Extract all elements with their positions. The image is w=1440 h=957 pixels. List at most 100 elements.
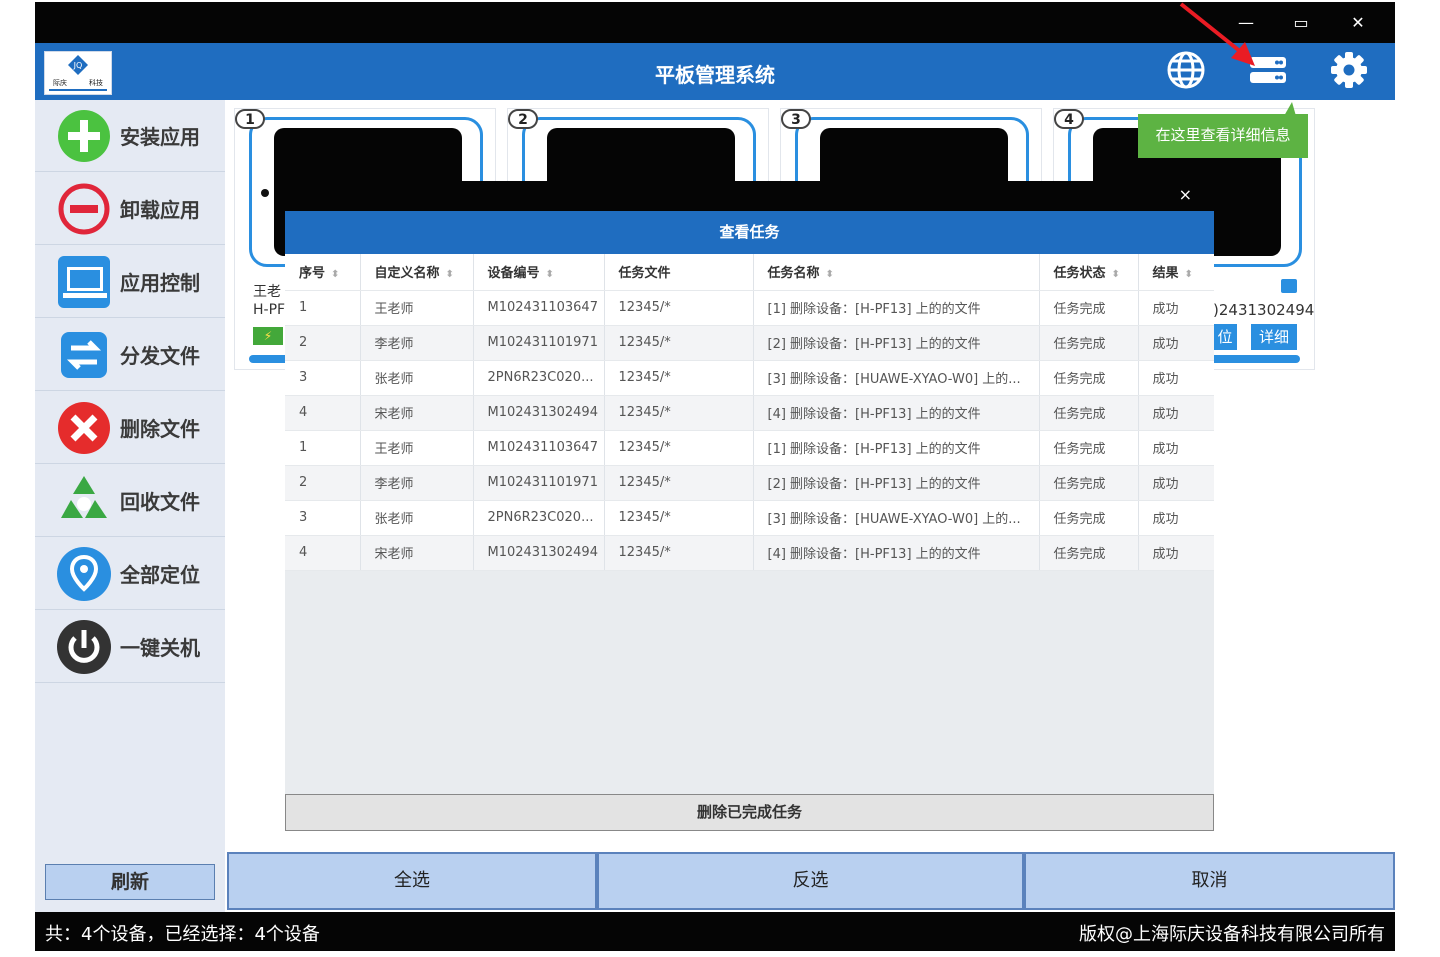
detail-button[interactable]: 详细 — [1251, 324, 1297, 350]
cell-custom-name: 李老师 — [360, 465, 474, 501]
cell-custom-name: 宋老师 — [360, 395, 474, 431]
sidebar-item-distribute-file[interactable]: 分发文件 — [35, 319, 225, 391]
cell-task-status: 任务完成 — [1039, 500, 1139, 536]
device-serial: )2431302494 — [1213, 301, 1315, 319]
modal-titlebar: × — [285, 181, 1214, 211]
device-number: 4 — [1054, 109, 1084, 129]
cell-task-status: 任务完成 — [1039, 395, 1139, 431]
cell-result: 成功 — [1138, 360, 1214, 396]
cell-index: 1 — [285, 290, 361, 326]
copyright-text: 版权@上海际庆设备科技有限公司所有 — [1079, 924, 1385, 945]
red-pointer-arrow-icon — [1179, 2, 1255, 66]
table-row[interactable]: 1 王老师 M102431103647 12345/* [1] 删除设备：[H-PF13… — [285, 290, 1214, 326]
sidebar-item-label: 一键关机 — [120, 636, 200, 660]
sidebar-item-recycle-file[interactable]: 回收文件 — [35, 465, 225, 537]
cell-task-status: 任务完成 — [1039, 430, 1139, 466]
table-row[interactable]: 4 宋老师 M102431302494 12345/* [4] 删除设备：[H-PF13… — [285, 535, 1214, 571]
cell-task-name: [1] 删除设备：[H-PF13] 上的的文件 — [753, 290, 1040, 326]
sort-icon: ⬍ — [545, 269, 554, 281]
task-table: 序号 ⬍ 自定义名称 ⬍ 设备编号 ⬍ 任务文件 任务名称 ⬍ 任务状态 ⬍ 结果 ⬍ 1王… — [285, 254, 1214, 571]
sidebar-item-locate-all[interactable]: 全部定位 — [35, 538, 225, 610]
cell-index: 3 — [285, 360, 361, 396]
status-bar: 共：4个设备，已经选择：4个设备 版权@上海际庆设备科技有限公司所有 — [35, 912, 1395, 951]
locate-button[interactable]: 位 — [1213, 324, 1237, 350]
cell-task-file: 12345/* — [604, 290, 754, 326]
table-row[interactable]: 2 李老师 M102431101971 12345/* [2] 删除设备：[H-PF13… — [285, 465, 1214, 501]
sort-icon: ⬍ — [1111, 269, 1120, 281]
device-number: 2 — [508, 109, 538, 129]
delete-file-icon — [55, 399, 113, 457]
cell-task-name: [2] 删除设备：[H-PF13] 上的的文件 — [753, 465, 1040, 501]
table-row[interactable]: 3 张老师 2PN6R23C020... 12345/* [3] 删除设备：[HUAWE… — [285, 360, 1214, 396]
cell-task-status: 任务完成 — [1039, 465, 1139, 501]
device-model: H-PF — [253, 302, 286, 318]
column-header-task-name[interactable]: 任务名称 ⬍ — [753, 254, 1040, 291]
cell-task-name: [4] 删除设备：[H-PF13] 上的的文件 — [753, 535, 1040, 571]
distribute-file-icon — [55, 326, 113, 384]
power-icon — [55, 618, 113, 676]
cell-task-name: [3] 删除设备：[HUAWE-XYAO-W0] 上的... — [753, 500, 1040, 536]
cell-custom-name: 王老师 — [360, 430, 474, 466]
column-header-task-status[interactable]: 任务状态 ⬍ — [1039, 254, 1139, 291]
select-all-button[interactable]: 全选 — [227, 852, 597, 910]
cell-task-file: 12345/* — [604, 325, 754, 361]
column-header-index[interactable]: 序号 ⬍ — [285, 254, 361, 291]
cancel-button[interactable]: 取消 — [1024, 852, 1395, 910]
sidebar-item-shutdown[interactable]: 一键关机 — [35, 611, 225, 683]
cell-task-file: 12345/* — [604, 395, 754, 431]
cell-custom-name: 张老师 — [360, 500, 474, 536]
gear-icon[interactable] — [1328, 49, 1370, 91]
cell-device-id: 2PN6R23C020... — [473, 360, 605, 396]
monitor-icon[interactable] — [1281, 279, 1297, 293]
close-button[interactable]: ✕ — [1341, 8, 1375, 38]
column-header-custom-name[interactable]: 自定义名称 ⬍ — [360, 254, 474, 291]
cell-device-id: M102431103647 — [473, 430, 605, 466]
cell-index: 4 — [285, 395, 361, 431]
cell-task-status: 任务完成 — [1039, 535, 1139, 571]
view-tasks-dialog: 查看任务 序号 ⬍ 自定义名称 ⬍ 设备编号 ⬍ 任务文件 任务名称 ⬍ 任务状态 ⬍ 结… — [285, 211, 1214, 831]
maximize-button[interactable]: ▭ — [1284, 8, 1318, 38]
cell-task-file: 12345/* — [604, 360, 754, 396]
sidebar: 安装应用 卸载应用 应用控制 分发文件 删除文件 回收文件 全部定位 一键关机 — [35, 100, 225, 912]
table-row[interactable]: 1 王老师 M102431103647 12345/* [1] 删除设备：[H-PF13… — [285, 430, 1214, 466]
cell-custom-name: 张老师 — [360, 360, 474, 396]
sidebar-item-label: 全部定位 — [120, 563, 200, 587]
table-row[interactable]: 2 李老师 M102431101971 12345/* [2] 删除设备：[H-PF13… — [285, 325, 1214, 361]
location-pin-icon — [55, 545, 113, 603]
refresh-button[interactable]: 刷新 — [45, 864, 215, 900]
uninstall-minus-icon — [55, 180, 113, 238]
device-name: 王老 — [253, 284, 281, 300]
cell-result: 成功 — [1138, 430, 1214, 466]
sidebar-item-app-control[interactable]: 应用控制 — [35, 246, 225, 318]
cell-result: 成功 — [1138, 465, 1214, 501]
sort-icon: ⬍ — [445, 269, 454, 281]
table-row[interactable]: 4 宋老师 M102431302494 12345/* [4] 删除设备：[H-PF13… — [285, 395, 1214, 431]
column-header-task-file: 任务文件 — [604, 254, 754, 291]
sidebar-item-label: 回收文件 — [120, 490, 200, 514]
delete-completed-tasks-button[interactable]: 删除已完成任务 — [285, 794, 1214, 831]
app-control-icon — [55, 253, 113, 311]
invert-selection-button[interactable]: 反选 — [597, 852, 1024, 910]
cell-task-status: 任务完成 — [1039, 290, 1139, 326]
sidebar-item-label: 删除文件 — [120, 417, 200, 441]
column-header-result[interactable]: 结果 ⬍ — [1138, 254, 1214, 291]
cell-result: 成功 — [1138, 290, 1214, 326]
cell-task-status: 任务完成 — [1039, 360, 1139, 396]
cell-custom-name: 宋老师 — [360, 535, 474, 571]
sidebar-item-install-app[interactable]: 安装应用 — [35, 100, 225, 172]
recycle-icon — [55, 472, 113, 530]
cell-index: 3 — [285, 500, 361, 536]
cell-index: 2 — [285, 465, 361, 501]
table-row[interactable]: 3 张老师 2PN6R23C020... 12345/* [3] 删除设备：[HUAWE… — [285, 500, 1214, 536]
sidebar-item-delete-file[interactable]: 删除文件 — [35, 392, 225, 464]
bottom-action-bar: 全选 反选 取消 — [225, 850, 1395, 912]
cell-device-id: M102431302494 — [473, 535, 605, 571]
cell-custom-name: 王老师 — [360, 290, 474, 326]
sidebar-item-label: 分发文件 — [120, 344, 200, 368]
modal-close-button[interactable]: × — [1179, 185, 1192, 204]
cell-task-file: 12345/* — [604, 430, 754, 466]
device-number: 3 — [781, 109, 811, 129]
column-header-device-id[interactable]: 设备编号 ⬍ — [473, 254, 605, 291]
sidebar-item-uninstall-app[interactable]: 卸载应用 — [35, 173, 225, 245]
cell-result: 成功 — [1138, 535, 1214, 571]
